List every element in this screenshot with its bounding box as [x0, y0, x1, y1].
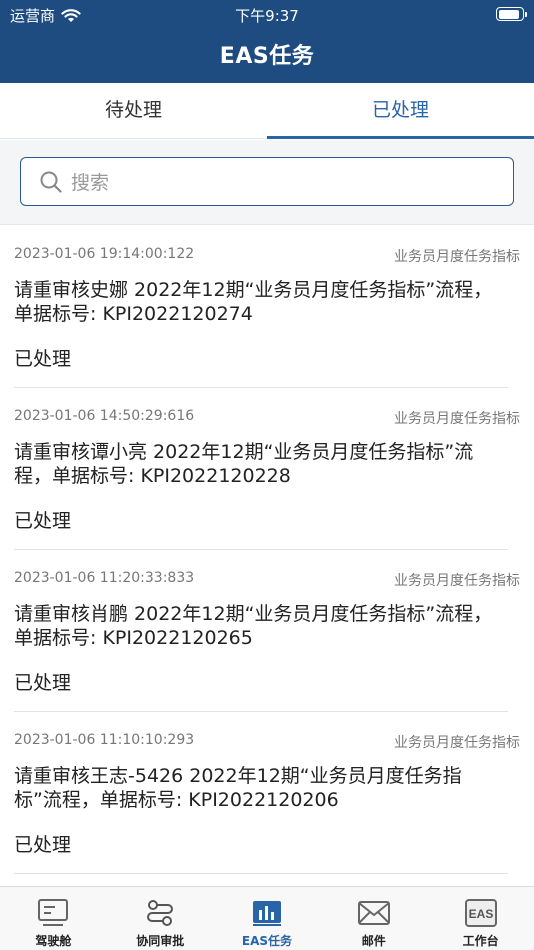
nav-label: EAS任务: [241, 934, 293, 948]
item-date: 2023-01-06 14:50:29:616: [14, 408, 195, 424]
list-item[interactable]: 2023-01-06 11:10:10:293 业务员月度任务指标 请重审核王志…: [14, 712, 520, 874]
nav-workbench[interactable]: EAS 工作台: [427, 887, 534, 950]
workflow-icon: [143, 896, 177, 930]
item-category: 业务员月度任务指标: [394, 573, 520, 589]
item-date: 2023-01-06 11:20:33:833: [14, 570, 195, 586]
item-status: 已处理: [14, 348, 72, 370]
search-area: 搜索: [0, 140, 534, 225]
search-placeholder: 搜索: [71, 172, 110, 194]
item-title: 请重审核王志-5426 2022年12期“业务员月度任务指标”流程，单据标号: …: [14, 765, 462, 811]
mail-icon: [357, 896, 391, 930]
nav-workflow[interactable]: 协同审批: [107, 887, 214, 950]
item-category: 业务员月度任务指标: [394, 411, 520, 427]
item-category: 业务员月度任务指标: [394, 735, 520, 751]
nav-label: 协同审批: [136, 934, 185, 948]
nav-dashboard[interactable]: 驾驶舱: [0, 887, 107, 950]
app-header: 运营商 下午9:37 EAS任务: [0, 0, 534, 83]
item-title: 请重审核肖鹏 2022年12期“业务员月度任务指标”流程，单据标号: KPI20…: [14, 603, 493, 649]
bar-chart-icon: [250, 896, 284, 930]
nav-label: 驾驶舱: [35, 934, 72, 948]
bottom-nav: 驾驶舱 协同审批 EAS任务 邮件 EAS 工作台: [0, 886, 534, 950]
item-status: 已处理: [14, 834, 72, 856]
battery-icon: [496, 7, 527, 21]
search-input[interactable]: 搜索: [20, 157, 514, 206]
status-bar: 运营商 下午9:37: [0, 0, 534, 28]
dashboard-icon: [36, 896, 70, 930]
svg-text:EAS: EAS: [468, 907, 493, 921]
item-title: 请重审核谭小亮 2022年12期“业务员月度任务指标”流程，单据标号: KPI2…: [14, 441, 474, 487]
list-item[interactable]: 2023-01-06 14:50:29:616 业务员月度任务指标 请重审核谭小…: [14, 388, 520, 550]
task-list: 2023-01-06 19:14:00:122 业务员月度任务指标 请重审核史娜…: [0, 226, 534, 874]
tab-bar: 待处理 已处理: [0, 83, 534, 139]
clock: 下午9:37: [235, 7, 299, 25]
item-status: 已处理: [14, 672, 72, 694]
item-title: 请重审核史娜 2022年12期“业务员月度任务指标”流程，单据标号: KPI20…: [14, 279, 493, 325]
item-date: 2023-01-06 19:14:00:122: [14, 246, 195, 262]
eas-workbench-icon: EAS: [464, 896, 498, 930]
item-status: 已处理: [14, 510, 72, 532]
nav-eas-tasks[interactable]: EAS任务: [214, 887, 321, 950]
search-icon: [40, 171, 62, 193]
page-title: EAS任务: [219, 44, 315, 69]
tab-pending[interactable]: 待处理: [0, 83, 267, 138]
nav-mail[interactable]: 邮件: [320, 887, 427, 950]
battery-level: [498, 9, 519, 19]
list-item[interactable]: 2023-01-06 11:20:33:833 业务员月度任务指标 请重审核肖鹏…: [14, 550, 520, 712]
nav-label: 工作台: [462, 934, 499, 948]
list-item[interactable]: 2023-01-06 19:14:00:122 业务员月度任务指标 请重审核史娜…: [14, 226, 520, 388]
item-date: 2023-01-06 11:10:10:293: [14, 732, 195, 748]
tab-processed[interactable]: 已处理: [267, 83, 534, 139]
nav-label: 邮件: [361, 934, 386, 948]
item-category: 业务员月度任务指标: [394, 249, 520, 265]
